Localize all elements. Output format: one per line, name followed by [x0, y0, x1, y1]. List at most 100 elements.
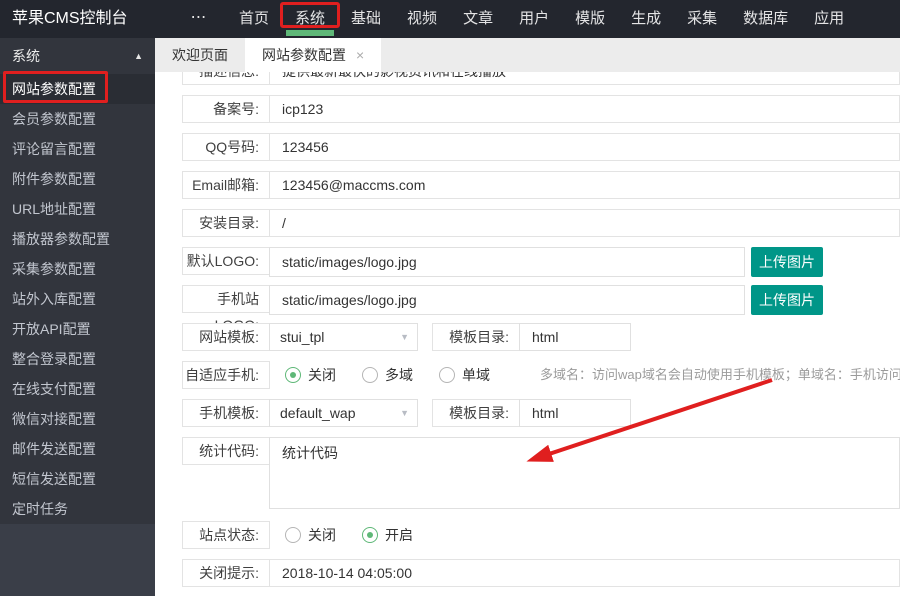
nav-item-template[interactable]: 模版: [562, 0, 618, 38]
adaptive-hint-text: 多域名：访问wap域名会自动使用手机模板；单域名：手机访问会自动使用手机: [540, 361, 900, 389]
mobile-template-select[interactable]: default_wap ▼: [269, 399, 418, 427]
mobile-template-label: 手机模板:: [182, 399, 270, 427]
nav-item-home[interactable]: 首页: [226, 0, 282, 38]
annotation-box-nav-system: [280, 2, 340, 28]
form-row-site-status: 站点状态: 关闭 开启: [182, 521, 900, 549]
tab-strip: 欢迎页面 网站参数配置 ×: [155, 38, 900, 72]
sidebar-item-login-integration[interactable]: 整合登录配置: [0, 344, 155, 374]
tab-site-params-label: 网站参数配置: [262, 38, 346, 72]
form-row-logo: 默认LOGO: static/images/logo.jpg 上传图片: [182, 247, 900, 277]
more-menu-icon[interactable]: ⋯: [172, 0, 226, 38]
radio-status-off[interactable]: 关闭: [285, 525, 336, 545]
sidebar-item-email-send[interactable]: 邮件发送配置: [0, 434, 155, 464]
sidebar-group-system[interactable]: 系统 ▲: [0, 38, 155, 74]
sidebar-item-member-params[interactable]: 会员参数配置: [0, 104, 155, 134]
site-template-select[interactable]: stui_tpl ▼: [269, 323, 418, 351]
sidebar-item-attachment-params[interactable]: 附件参数配置: [0, 164, 155, 194]
sidebar-item-wechat[interactable]: 微信对接配置: [0, 404, 155, 434]
site-template-value: stui_tpl: [280, 329, 324, 345]
chevron-down-icon: ▼: [400, 400, 409, 426]
mobile-logo-label: 手机站LOGO:: [182, 285, 270, 313]
nav-item-user[interactable]: 用户: [506, 0, 562, 38]
site-template-label: 网站模板:: [182, 323, 270, 351]
form-panel: 描述信息: 提供最新最快的影视资讯和在线播放 备案号: icp123 QQ号码:…: [155, 72, 900, 596]
top-nav: 首页 系统 基础 视频 文章 用户 模版 生成 采集 数据库 应用: [226, 0, 857, 38]
nav-item-video[interactable]: 视频: [394, 0, 450, 38]
active-nav-indicator: [286, 30, 334, 36]
form-row-email: Email邮箱: 123456@maccms.com: [182, 171, 900, 199]
form-row-site-template: 网站模板: stui_tpl ▼ 模板目录: html: [182, 323, 900, 351]
install-dir-input[interactable]: /: [270, 210, 286, 236]
sidebar-item-external-storage[interactable]: 站外入库配置: [0, 284, 155, 314]
tab-site-params[interactable]: 网站参数配置 ×: [245, 38, 381, 72]
upload-mobile-logo-button[interactable]: 上传图片: [751, 285, 823, 315]
radio-adaptive-off[interactable]: 关闭: [285, 365, 336, 385]
email-input[interactable]: 123456@maccms.com: [270, 172, 425, 198]
icp-input[interactable]: icp123: [270, 96, 323, 122]
form-row-close-tip: 关闭提示: 2018-10-14 04:05:00: [182, 559, 900, 587]
nav-item-collect[interactable]: 采集: [674, 0, 730, 38]
form-row-mobile-logo: 手机站LOGO: static/images/logo.jpg 上传图片: [182, 285, 900, 315]
mobile-template-dir-label: 模板目录:: [432, 399, 520, 427]
form-row-icp: 备案号: icp123: [182, 95, 900, 123]
mobile-template-dir-input[interactable]: html: [519, 399, 631, 427]
sidebar-item-comment-config[interactable]: 评论留言配置: [0, 134, 155, 164]
sidebar-item-collect-params[interactable]: 采集参数配置: [0, 254, 155, 284]
form-row-mobile-template: 手机模板: default_wap ▼ 模板目录: html: [182, 399, 900, 427]
nav-item-generate[interactable]: 生成: [618, 0, 674, 38]
radio-icon: [362, 367, 378, 383]
adaptive-radio-group: 关闭 多域 单域: [285, 361, 516, 389]
app-title: 苹果CMS控制台: [0, 0, 172, 38]
install-dir-label: 安装目录:: [183, 210, 270, 236]
logo-label: 默认LOGO:: [182, 247, 270, 275]
radio-status-on[interactable]: 开启: [362, 525, 413, 545]
site-template-dir-label: 模板目录:: [432, 323, 520, 351]
sidebar-item-open-api[interactable]: 开放API配置: [0, 314, 155, 344]
sidebar-item-sms-send[interactable]: 短信发送配置: [0, 464, 155, 494]
site-status-label: 站点状态:: [182, 521, 270, 549]
stats-code-textarea[interactable]: 统计代码: [269, 437, 900, 509]
nav-item-database[interactable]: 数据库: [730, 0, 801, 38]
radio-icon: [285, 527, 301, 543]
radio-adaptive-single-domain[interactable]: 单域: [439, 365, 490, 385]
form-row-install-dir: 安装目录: /: [182, 209, 900, 237]
form-row-adaptive: 自适应手机: 关闭 多域 单域 多域名：访问wap域名会自动使用手机模板；单域名…: [182, 361, 900, 389]
collapse-arrow-icon: ▲: [134, 38, 143, 74]
radio-icon: [439, 367, 455, 383]
form-row-desc: 描述信息: 提供最新最快的影视资讯和在线播放: [182, 72, 900, 85]
close-tab-icon[interactable]: ×: [356, 48, 364, 62]
site-template-dir-input[interactable]: html: [519, 323, 631, 351]
qq-label: QQ号码:: [183, 134, 270, 160]
sidebar-item-cron[interactable]: 定时任务: [0, 494, 155, 524]
sidebar-item-url-config[interactable]: URL地址配置: [0, 194, 155, 224]
nav-item-system[interactable]: 系统: [282, 0, 338, 38]
chevron-down-icon: ▼: [400, 324, 409, 350]
sidebar: 系统 ▲ 网站参数配置 会员参数配置 评论留言配置 附件参数配置 URL地址配置…: [0, 38, 155, 596]
sidebar-item-online-payment[interactable]: 在线支付配置: [0, 374, 155, 404]
adaptive-label: 自适应手机:: [182, 361, 270, 389]
email-label: Email邮箱:: [183, 172, 270, 198]
app-window: 苹果CMS控制台 ⋯ 首页 系统 基础 视频 文章 用户 模版 生成 采集 数据…: [0, 0, 900, 596]
logo-input[interactable]: static/images/logo.jpg: [269, 247, 745, 277]
stats-code-label: 统计代码:: [182, 437, 270, 465]
qq-input[interactable]: 123456: [270, 134, 329, 160]
radio-icon: [285, 367, 301, 383]
form-row-qq: QQ号码: 123456: [182, 133, 900, 161]
radio-icon: [362, 527, 378, 543]
nav-item-basic[interactable]: 基础: [338, 0, 394, 38]
close-tip-label: 关闭提示:: [183, 560, 270, 586]
mobile-template-value: default_wap: [280, 405, 356, 421]
desc-label: 描述信息:: [183, 72, 270, 84]
close-tip-input[interactable]: 2018-10-14 04:05:00: [270, 560, 412, 586]
upload-logo-button[interactable]: 上传图片: [751, 247, 823, 277]
desc-input[interactable]: 提供最新最快的影视资讯和在线播放: [270, 72, 506, 84]
mobile-logo-input[interactable]: static/images/logo.jpg: [269, 285, 745, 315]
icp-label: 备案号:: [183, 96, 270, 122]
nav-item-article[interactable]: 文章: [450, 0, 506, 38]
site-status-radio-group: 关闭 开启: [285, 521, 439, 549]
tab-welcome[interactable]: 欢迎页面: [155, 38, 245, 72]
nav-item-app[interactable]: 应用: [801, 0, 857, 38]
sidebar-item-player-params[interactable]: 播放器参数配置: [0, 224, 155, 254]
radio-adaptive-multi-domain[interactable]: 多域: [362, 365, 413, 385]
sidebar-item-site-params[interactable]: 网站参数配置: [0, 74, 155, 104]
